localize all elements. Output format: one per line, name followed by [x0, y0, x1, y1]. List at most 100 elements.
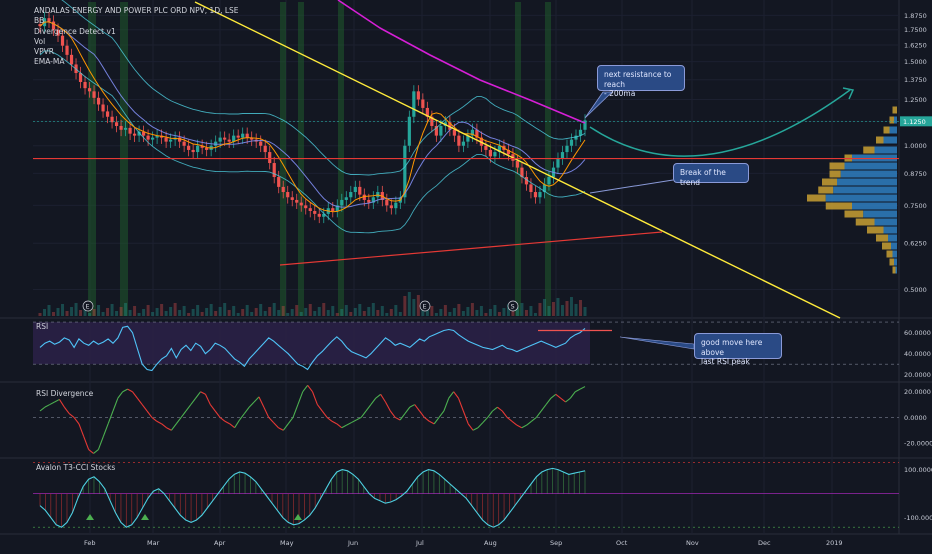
vpvr-bar	[833, 186, 897, 194]
volume-bar	[142, 309, 146, 316]
price-tick-label: 1.2500	[904, 96, 927, 104]
volume-bar	[529, 306, 533, 316]
volume-bar	[398, 312, 402, 316]
candle-body	[114, 122, 119, 126]
divergence-segment	[78, 423, 85, 437]
volume-bar	[448, 312, 452, 316]
divergence-segment	[146, 410, 153, 418]
divergence-segment	[83, 436, 90, 450]
candle-body	[556, 158, 560, 168]
candle-body	[493, 152, 497, 157]
candle-body	[272, 163, 276, 178]
volume-bar	[205, 308, 209, 316]
volume-bar	[196, 305, 200, 316]
divergence-segment	[263, 406, 270, 418]
vpvr-bar	[895, 266, 897, 274]
indicator-vol[interactable]: Vol	[34, 37, 239, 47]
volume-bar	[461, 311, 465, 316]
volume-bar	[344, 305, 348, 316]
candle-body	[313, 211, 317, 214]
price-tick-label: 1.3750	[904, 76, 927, 84]
candle-body	[128, 127, 132, 134]
cci-pane-label[interactable]: Avalon T3-CCI Stocks	[36, 463, 115, 472]
indicator-vpvr[interactable]: VPVR	[34, 47, 239, 57]
volume-bar	[151, 312, 155, 316]
candle-body	[565, 145, 569, 153]
divergence-segment	[253, 396, 260, 403]
vpvr-bar	[863, 146, 875, 154]
cci-tick-label: 100.0000	[904, 466, 932, 474]
callout-next-resistance[interactable]: next resistance to reach - 200ma	[597, 65, 685, 98]
vpvr-bar	[883, 126, 890, 134]
divergence-segment	[166, 427, 172, 431]
candle-body	[416, 91, 420, 100]
volume-bar	[376, 310, 380, 316]
volume-bar	[97, 305, 101, 316]
candle-body	[538, 192, 542, 198]
buy-signal-marker	[294, 514, 302, 520]
divergence-segment	[492, 406, 498, 412]
vpvr-bar	[852, 202, 897, 210]
candle-body	[452, 129, 456, 136]
indicator-bb[interactable]: BB	[34, 16, 239, 26]
rsi-divergence-pane-label[interactable]: RSI Divergence	[36, 389, 93, 398]
x-axis-label: Nov	[686, 539, 699, 547]
divergence-segment	[467, 423, 474, 431]
divergence-segment	[526, 420, 532, 426]
volume-bar	[353, 308, 357, 316]
vpvr-bar	[889, 126, 897, 134]
volume-bar	[380, 306, 384, 316]
volume-bar	[236, 313, 240, 316]
rsi-pane-label[interactable]: RSI	[36, 322, 48, 331]
volume-bar	[394, 305, 398, 316]
vpvr-bar	[874, 146, 897, 154]
divergence-segment	[311, 391, 318, 405]
divergence-segment	[248, 401, 255, 408]
divergence-segment	[117, 391, 124, 399]
volume-bar	[475, 310, 479, 316]
volume-bar	[65, 311, 69, 316]
divergence-segment	[287, 417, 294, 425]
divergence-segment	[307, 384, 313, 393]
vpvr-bar	[825, 194, 897, 202]
divergence-segment	[531, 416, 537, 422]
volume-bar	[430, 306, 434, 316]
volume-bar	[101, 312, 105, 316]
divergence-segment	[209, 404, 216, 412]
candle-body	[515, 160, 520, 168]
divergence-segment	[569, 391, 576, 399]
rsi-tick-label: 20.0000	[904, 371, 931, 379]
divergence-segment	[341, 424, 347, 429]
candle-body	[164, 137, 168, 142]
candle-body	[151, 137, 155, 140]
divergence-segment	[73, 417, 80, 425]
candle-body	[412, 91, 416, 117]
divergence-tick-label: -20.0000	[904, 440, 932, 448]
volume-bar	[223, 303, 227, 316]
price-tick-label: 0.6250	[904, 240, 927, 248]
candle-body	[340, 199, 344, 206]
volume-bar	[286, 313, 290, 316]
vpvr-bar	[886, 250, 893, 258]
price-tick-label: 1.6250	[904, 42, 927, 50]
volume-bar	[191, 309, 195, 316]
vpvr-bar	[822, 178, 837, 186]
divergence-segment	[195, 391, 202, 399]
divergence-segment	[477, 422, 484, 429]
candle-body	[182, 141, 186, 146]
divergence-segment	[540, 404, 547, 412]
vpvr-bar	[818, 186, 834, 194]
candle-body	[484, 145, 488, 150]
divergence-segment	[273, 422, 279, 429]
vpvr-bar	[807, 194, 826, 202]
indicator-divergence[interactable]: Divergence Detect v1	[34, 27, 239, 37]
candle-body	[227, 139, 231, 142]
price-tick-label: 0.8750	[904, 170, 927, 178]
callout-break-trend[interactable]: Break of the trend	[673, 163, 749, 187]
indicator-ema-ma[interactable]: EMA-MA	[34, 57, 239, 67]
callout-rsi-peak[interactable]: good move here above last RSI peak	[694, 333, 782, 366]
divergence-segment	[404, 406, 411, 414]
volume-bar	[268, 307, 272, 316]
buy-signal-marker	[141, 514, 149, 520]
divergence-segment	[175, 417, 182, 425]
